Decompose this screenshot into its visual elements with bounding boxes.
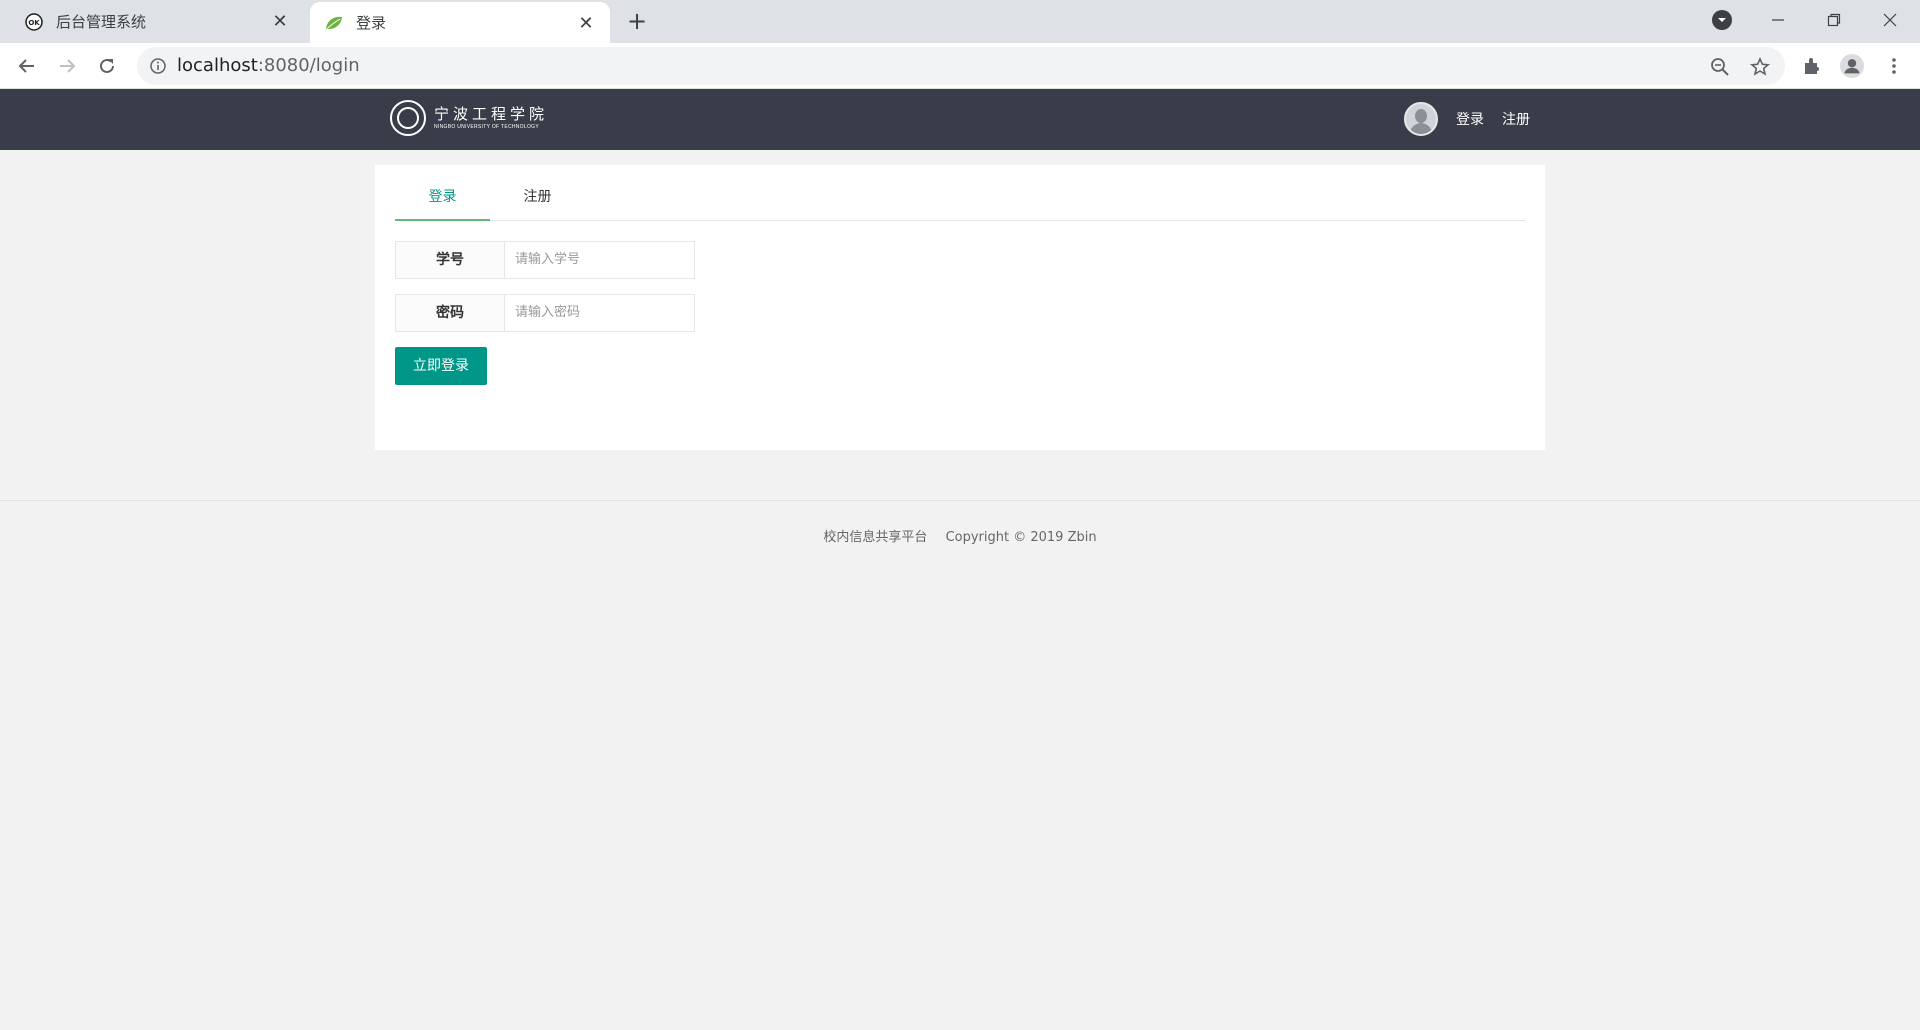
site-header: 宁波工程学院 NINGBO UNIVERSITY OF TECHNOLOGY 登… <box>0 89 1920 150</box>
tab-login[interactable]: 登录 <box>395 181 490 221</box>
back-icon[interactable] <box>12 51 42 81</box>
close-icon[interactable]: ✕ <box>270 11 290 32</box>
browser-tab-admin[interactable]: OK 后台管理系统 ✕ <box>0 0 304 43</box>
close-icon[interactable]: ✕ <box>576 13 596 34</box>
student-id-row: 学号 请输入学号 <box>395 241 695 279</box>
menu-kebab-icon[interactable] <box>1882 54 1906 78</box>
bookmark-star-icon[interactable] <box>1749 56 1771 78</box>
extensions-icon[interactable] <box>1800 54 1824 78</box>
student-id-input[interactable]: 请输入学号 <box>505 241 695 279</box>
password-input[interactable]: 请输入密码 <box>505 294 695 332</box>
password-label: 密码 <box>395 294 505 332</box>
restore-icon[interactable] <box>1806 0 1862 40</box>
info-icon[interactable] <box>149 57 167 75</box>
forward-icon[interactable] <box>52 51 82 81</box>
reload-icon[interactable] <box>92 51 122 81</box>
svg-text:OK: OK <box>28 19 40 27</box>
footer-copyright: Copyright © 2019 Zbin <box>945 530 1097 545</box>
browser-tab-title: 后台管理系统 <box>56 13 147 31</box>
window-close-icon[interactable] <box>1862 0 1918 40</box>
logo-chinese-name: 宁波工程学院 <box>434 104 549 123</box>
footer-site-name: 校内信息共享平台 <box>823 530 928 545</box>
header-login-link[interactable]: 登录 <box>1456 109 1484 129</box>
school-seal-icon <box>390 100 426 136</box>
school-logo[interactable]: 宁波工程学院 NINGBO UNIVERSITY OF TECHNOLOGY <box>390 100 548 136</box>
profile-icon[interactable] <box>1840 54 1864 78</box>
avatar[interactable] <box>1404 102 1438 136</box>
student-id-label: 学号 <box>395 241 505 279</box>
footer: 校内信息共享平台 Copyright © 2019 Zbin <box>0 526 1920 545</box>
login-submit-button[interactable]: 立即登录 <box>395 347 487 385</box>
login-register-tabs: 登录 注册 <box>395 181 1525 221</box>
minimize-icon[interactable] <box>1750 0 1806 40</box>
header-nav: 登录 注册 <box>1404 102 1530 136</box>
zoom-icon[interactable] <box>1709 56 1731 78</box>
header-register-link[interactable]: 注册 <box>1502 109 1530 129</box>
leaf-icon <box>324 13 344 33</box>
new-tab-icon[interactable]: + <box>624 7 650 35</box>
login-card: 登录 注册 学号 请输入学号 密码 请输入密码 立即登录 <box>375 165 1545 450</box>
browser-tab-bar: OK 后台管理系统 ✕ 登录 ✕ + <box>0 0 1920 43</box>
password-row: 密码 请输入密码 <box>395 294 695 332</box>
url-text: localhost:8080/login <box>177 55 360 76</box>
ok-icon: OK <box>24 12 44 32</box>
browser-tab-login[interactable]: 登录 ✕ <box>310 2 610 43</box>
browser-tab-title: 登录 <box>356 14 387 32</box>
browser-toolbar: localhost:8080/login <box>0 43 1920 89</box>
tab-search-icon[interactable] <box>1712 10 1732 30</box>
logo-english-name: NINGBO UNIVERSITY OF TECHNOLOGY <box>434 123 539 130</box>
tab-register[interactable]: 注册 <box>490 181 585 221</box>
address-bar[interactable]: localhost:8080/login <box>137 47 1785 85</box>
footer-divider <box>0 500 1920 501</box>
